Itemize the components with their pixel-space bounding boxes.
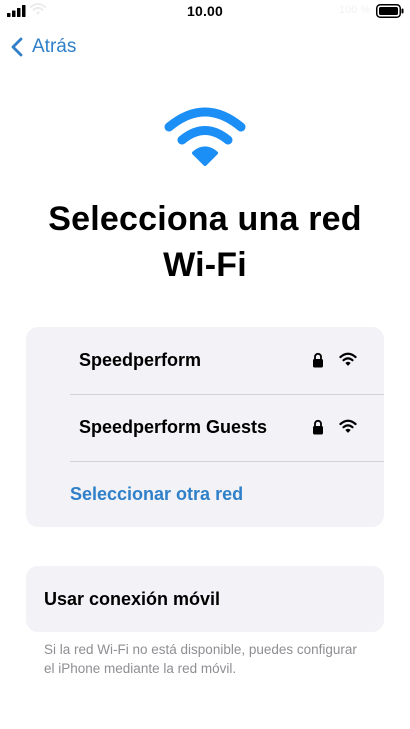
battery-icon bbox=[376, 4, 404, 18]
select-other-network-button[interactable]: Seleccionar otra red bbox=[70, 461, 243, 527]
status-bar: 10.00 100 % bbox=[0, 0, 410, 22]
cellular-footnote: Si la red Wi-Fi no está disponible, pued… bbox=[44, 642, 357, 676]
wifi-icon bbox=[339, 419, 357, 433]
wifi-icon bbox=[339, 352, 357, 366]
network-list: Speedperform Speedperform Guests Selecci… bbox=[26, 327, 384, 527]
back-label: Atrás bbox=[32, 36, 77, 57]
cellular-label: Usar conexión móvil bbox=[44, 589, 221, 609]
use-cellular-button[interactable]: Usar conexión móvil bbox=[26, 566, 384, 632]
lock-icon bbox=[313, 352, 323, 368]
page-title: Selecciona una red Wi-Fi bbox=[48, 200, 362, 284]
network-row-speedperform[interactable]: Speedperform bbox=[26, 327, 384, 394]
back-button[interactable]: Atrás bbox=[10, 33, 76, 61]
network-name: Speedperform Guests bbox=[79, 417, 268, 437]
battery-percentage: 100 % bbox=[339, 4, 371, 16]
network-row-speedperform-guests[interactable]: Speedperform Guests bbox=[26, 394, 384, 461]
wifi-setup-screen: 10.00 100 % Atrás Selecciona una red Wi-… bbox=[0, 0, 410, 729]
network-name: Speedperform bbox=[79, 350, 202, 370]
lock-icon bbox=[313, 419, 323, 435]
chevron-left-icon bbox=[11, 37, 23, 57]
wifi-icon bbox=[164, 107, 246, 166]
